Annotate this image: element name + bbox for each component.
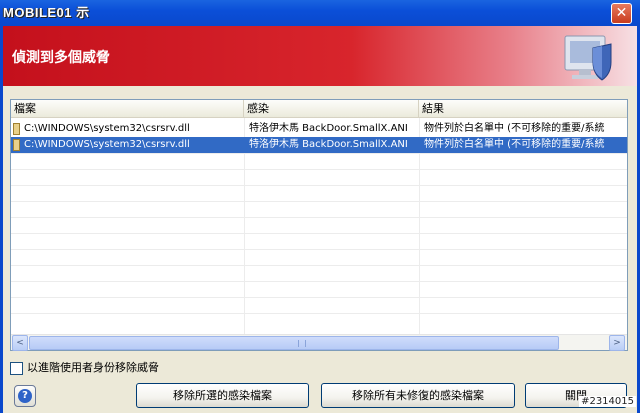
result-text: 物件列於白名單中 (不可移除的重要/系統 [424, 139, 605, 150]
remove-all-unrepaired-button[interactable]: 移除所有未修復的感染檔案 [321, 383, 515, 408]
title-bar[interactable]: MOBILE01 示 ✕ [0, 0, 640, 26]
horizontal-scrollbar[interactable]: < > [11, 334, 627, 351]
grid-line [11, 185, 627, 186]
grid-line [11, 265, 627, 266]
help-icon: ? [18, 389, 32, 403]
result-text: 物件列於白名單中 (不可移除的重要/系統 [424, 123, 605, 134]
grid-line [11, 281, 627, 282]
close-window-button[interactable]: ✕ [611, 3, 632, 24]
admin-remove-checkbox[interactable] [10, 362, 23, 375]
remove-selected-button[interactable]: 移除所選的感染檔案 [136, 383, 309, 408]
column-header-infection[interactable]: 感染 [244, 100, 419, 118]
grid-line [11, 297, 627, 298]
scroll-right-button[interactable]: > [609, 335, 625, 351]
window-title: MOBILE01 示 [3, 5, 90, 20]
infection-name: 特洛伊木馬 BackDoor.SmallX.ANI [249, 123, 408, 134]
grid-line [11, 169, 627, 170]
help-button[interactable]: ? [14, 385, 36, 407]
scrollbar-grip-icon [298, 340, 306, 347]
grid-line [11, 153, 627, 154]
list-item[interactable]: C:\WINDOWS\system32\csrsrv.dll 特洛伊木馬 Bac… [11, 121, 627, 137]
column-header-file[interactable]: 檔案 [11, 100, 244, 118]
file-icon [13, 123, 20, 135]
banner-title: 偵測到多個威脅 [12, 50, 110, 66]
grid-line [11, 201, 627, 202]
shield-computer-icon [564, 35, 612, 81]
scroll-left-button[interactable]: < [12, 335, 28, 351]
threat-list[interactable]: 檔案 感染 結果 C:\WINDOWS\system32\csrsrv.dll … [10, 99, 628, 351]
file-path: C:\WINDOWS\system32\csrsrv.dll [24, 123, 190, 134]
column-header-result[interactable]: 結果 [419, 100, 627, 118]
grid-line [11, 233, 627, 234]
header-banner: 偵測到多個威脅 [3, 26, 637, 86]
grid-line [11, 217, 627, 218]
file-icon [13, 139, 20, 151]
file-path: C:\WINDOWS\system32\csrsrv.dll [24, 139, 190, 150]
list-item[interactable]: C:\WINDOWS\system32\csrsrv.dll 特洛伊木馬 Bac… [11, 137, 627, 153]
admin-remove-label[interactable]: 以進階使用者身份移除威脅 [27, 360, 159, 376]
watermark: #2314015 [579, 396, 636, 407]
grid-line [11, 249, 627, 250]
grid-line [11, 313, 627, 314]
infection-name: 特洛伊木馬 BackDoor.SmallX.ANI [249, 139, 408, 150]
scrollbar-thumb[interactable] [29, 336, 559, 350]
list-header: 檔案 感染 結果 [11, 100, 627, 118]
